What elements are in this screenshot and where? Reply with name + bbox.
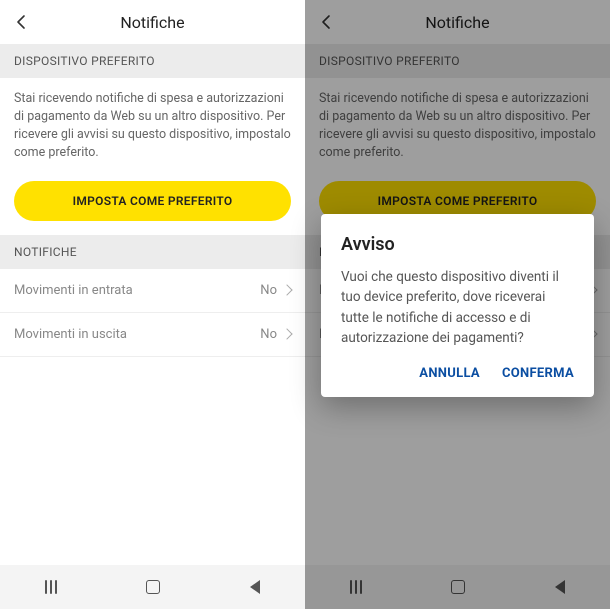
row-value: No — [260, 327, 277, 342]
nav-home-icon[interactable] — [146, 580, 160, 594]
screen-settings: Notifiche DISPOSITIVO PREFERITO Stai ric… — [0, 0, 305, 609]
dialog-actions: ANNULLA CONFERMA — [341, 366, 574, 387]
dialog-title: Avviso — [341, 234, 574, 255]
row-value: No — [260, 283, 277, 298]
section-notifications: NOTIFICHE — [0, 235, 305, 269]
app-header: Notifiche — [0, 0, 305, 44]
android-nav-bar — [0, 565, 305, 609]
row-movements-out[interactable]: Movimenti in uscita No — [0, 313, 305, 357]
nav-back-icon[interactable] — [250, 580, 260, 594]
section-preferred-device: DISPOSITIVO PREFERITO — [0, 44, 305, 78]
screen-settings-dialog: Notifiche DISPOSITIVO PREFERITO Stai ric… — [305, 0, 610, 609]
back-icon[interactable] — [12, 12, 32, 32]
chevron-right-icon — [281, 284, 292, 295]
preferred-device-description: Stai ricevendo notifiche di spesa e auto… — [0, 78, 305, 177]
page-title: Notifiche — [120, 13, 184, 32]
row-value-wrap: No — [260, 283, 291, 298]
row-value-wrap: No — [260, 327, 291, 342]
chevron-right-icon — [281, 328, 292, 339]
nav-recent-icon[interactable] — [45, 580, 57, 594]
dialog-body: Vuoi che questo dispositivo diventi il t… — [341, 267, 574, 348]
set-preferred-button[interactable]: IMPOSTA COME PREFERITO — [14, 181, 291, 221]
cancel-button[interactable]: ANNULLA — [419, 366, 480, 381]
row-label: Movimenti in uscita — [14, 327, 127, 342]
row-label: Movimenti in entrata — [14, 283, 133, 298]
confirm-dialog: Avviso Vuoi che questo dispositivo diven… — [321, 214, 594, 397]
row-movements-in[interactable]: Movimenti in entrata No — [0, 269, 305, 313]
confirm-button[interactable]: CONFERMA — [502, 366, 574, 381]
